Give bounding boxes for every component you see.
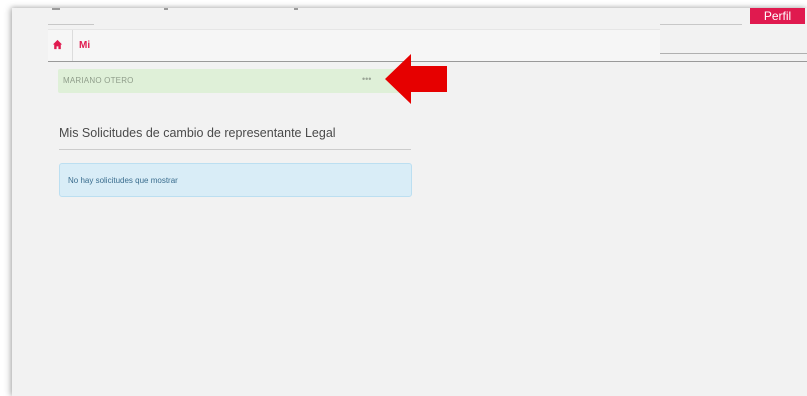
breadcrumb-separator [72,30,73,62]
profile-button[interactable]: Perfil [750,8,805,24]
empty-state-message: No hay solicitudes que mostrar [68,176,178,185]
header-divider [660,24,742,25]
more-options-icon[interactable]: ••• [362,74,371,84]
user-bar: MARIANO OTERO ••• [58,69,411,93]
header-divider [48,24,94,25]
empty-state-alert: No hay solicitudes que mostrar [59,163,412,197]
breadcrumb-item[interactable]: Mi [79,40,90,51]
divider [660,53,807,54]
page-title: Mis Solicitudes de cambio de representan… [59,126,336,140]
user-name: MARIANO OTERO [63,76,134,85]
home-icon[interactable] [52,39,63,50]
breadcrumb: Mi [48,29,660,62]
red-arrow-annotation [385,54,447,104]
app-frame: Perfil Mi MARIANO OTERO ••• Mis Solicitu… [12,8,807,396]
header-cut-text [52,8,332,12]
divider [59,149,411,150]
